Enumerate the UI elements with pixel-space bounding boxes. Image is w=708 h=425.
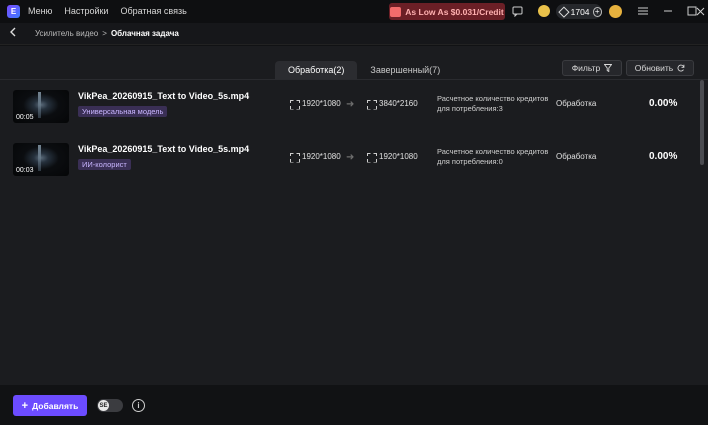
resolution-icon [367, 100, 375, 108]
task-row[interactable]: 00:05 VikPea_20260915_Text to Video_5s.m… [0, 90, 700, 130]
video-thumbnail: 00:05 [13, 90, 69, 123]
back-icon[interactable] [9, 27, 17, 40]
task-status: Обработка [556, 99, 597, 108]
source-resolution-value: 1920*1080 [302, 99, 341, 108]
promo-label: As Low As $0.031/Credit [405, 6, 504, 17]
target-resolution-value: 1920*1080 [379, 152, 418, 161]
task-status: Обработка [556, 152, 597, 161]
refresh-label: Обновить [634, 63, 674, 73]
video-duration: 00:03 [16, 167, 34, 174]
minimize-icon[interactable] [660, 3, 676, 19]
toggle-switch[interactable]: SE [97, 399, 123, 412]
model-badge: Универсальная модель [78, 106, 168, 117]
task-panel: Обработка(2) Завершенный(7) Фильтр Обнов… [0, 46, 708, 385]
resolution-icon [290, 100, 298, 108]
task-progress: 0.00% [649, 98, 678, 109]
arrow-right-icon: ➜ [346, 99, 355, 110]
target-resolution-value: 3840*2160 [379, 99, 418, 108]
toggle-knob: SE [98, 400, 109, 411]
credit-estimate-line1: Расчетное количество кредитов [437, 147, 549, 156]
breadcrumb-separator: > [102, 29, 107, 38]
credit-estimate: Расчетное количество кредитов для потреб… [437, 147, 552, 167]
filter-icon [604, 64, 613, 72]
task-row[interactable]: 00:03 VikPea_20260915_Text to Video_5s.m… [0, 143, 700, 183]
video-duration: 00:05 [16, 114, 34, 121]
credit-estimate: Расчетное количество кредитов для потреб… [437, 94, 552, 114]
source-resolution: 1920*1080 [290, 152, 341, 161]
bottom-bar: + Добавлять SE i [0, 385, 708, 425]
menu-item-feedback[interactable]: Обратная связь [120, 6, 186, 16]
source-resolution-value: 1920*1080 [302, 152, 341, 161]
target-resolution: 3840*2160 [367, 99, 418, 108]
add-button-label: Добавлять [32, 400, 79, 411]
menu-item-settings[interactable]: Настройки [64, 6, 108, 16]
coin-icon[interactable] [538, 5, 550, 17]
refresh-button[interactable]: Обновить [626, 60, 694, 76]
close-icon[interactable] [694, 3, 706, 19]
menu-icon[interactable] [635, 3, 651, 19]
task-tabs: Обработка(2) Завершенный(7) [275, 61, 453, 79]
add-credits-icon[interactable]: + [592, 6, 602, 17]
refresh-icon [677, 64, 685, 72]
credit-estimate-line2: для потребления:0 [437, 157, 503, 166]
arrow-right-icon: ➜ [346, 152, 355, 163]
breadcrumb-parent[interactable]: Усилитель видео [35, 29, 98, 38]
breadcrumb-bar: Усилитель видео > Облачная задача [0, 23, 708, 45]
task-filename: VikPea_20260915_Text to Video_5s.mp4 [78, 91, 250, 101]
menu-item-menu[interactable]: Меню [28, 6, 52, 16]
resolution-icon [290, 153, 298, 161]
avatar[interactable] [609, 5, 622, 18]
main-menu: Меню Настройки Обратная связь [28, 6, 187, 16]
breadcrumb: Усилитель видео > Облачная задача [35, 29, 179, 38]
credit-estimate-line1: Расчетное количество кредитов [437, 94, 549, 103]
diamond-icon [558, 5, 570, 18]
info-icon[interactable]: i [132, 399, 145, 412]
filter-button[interactable]: Фильтр [562, 60, 622, 76]
promo-button[interactable]: As Low As $0.031/Credit [389, 3, 505, 20]
message-icon[interactable] [511, 5, 524, 18]
app-logo-icon: E [7, 5, 20, 18]
gift-icon [390, 6, 402, 17]
tab-completed[interactable]: Завершенный(7) [357, 61, 453, 79]
video-thumbnail: 00:03 [13, 143, 69, 176]
resolution-icon [367, 153, 375, 161]
credits-count: 1704 [570, 6, 590, 17]
model-badge: ИИ-колорист [78, 159, 131, 170]
divider [0, 79, 708, 80]
credits-balance[interactable]: 1704 + [556, 4, 602, 19]
credit-estimate-line2: для потребления:3 [437, 104, 503, 113]
task-filename: VikPea_20260915_Text to Video_5s.mp4 [78, 144, 250, 154]
title-bar: E Меню Настройки Обратная связь As Low A… [0, 0, 708, 23]
scrollbar[interactable] [700, 80, 704, 165]
task-progress: 0.00% [649, 151, 678, 162]
add-button[interactable]: + Добавлять [13, 395, 87, 416]
target-resolution: 1920*1080 [367, 152, 418, 161]
tab-processing[interactable]: Обработка(2) [275, 61, 358, 79]
filter-label: Фильтр [571, 63, 601, 73]
plus-icon: + [21, 399, 29, 412]
breadcrumb-current: Облачная задача [110, 29, 179, 38]
source-resolution: 1920*1080 [290, 99, 341, 108]
